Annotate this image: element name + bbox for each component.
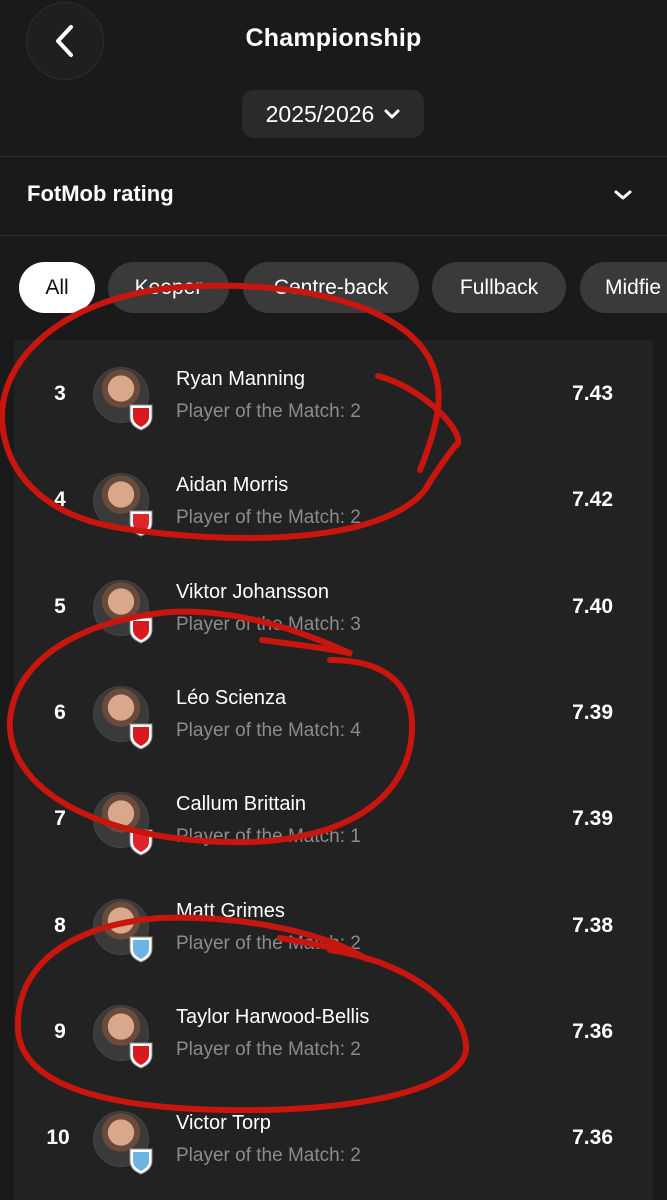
player-of-the-match-count: Player of the Match: 3 (176, 613, 361, 635)
player-of-the-match-count: Player of the Match: 2 (176, 932, 361, 954)
player-rank: 9 (54, 1019, 66, 1043)
club-crest-icon (129, 936, 153, 963)
player-row[interactable]: 9 Taylor Harwood-Bellis Player of the Matc… (14, 978, 653, 1084)
club-crest-icon (129, 617, 153, 644)
player-rating: 7.39 (572, 700, 613, 724)
chevron-down-icon (384, 109, 400, 119)
player-rank: 3 (54, 382, 66, 405)
player-row[interactable]: 4 Aidan Morris Player of the Match: 2 7.42 (14, 446, 653, 552)
player-name: Aidan Morris (176, 474, 289, 497)
player-name: Ryan Manning (176, 368, 305, 390)
player-name: Léo Scienza (176, 686, 287, 709)
club-crest-icon (129, 510, 153, 537)
player-row[interactable]: 10 Victor Torp Player of the Match: 2 7.36 (14, 1084, 653, 1190)
player-rank: 4 (54, 488, 66, 512)
player-of-the-match-count: Player of the Match: 2 (176, 1038, 361, 1060)
player-list: 3 Ryan Manning Player of the Match: 2 7.43 4… (14, 340, 653, 1200)
player-name: Viktor Johansson (176, 580, 330, 603)
season-label: 2025/2026 (265, 100, 375, 127)
player-name: Callum Brittain (176, 793, 307, 816)
player-of-the-match-count: Player of the Match: 2 (176, 401, 361, 422)
filter-chip-midfielder[interactable]: Midfie (580, 262, 667, 313)
filter-chip-keeper[interactable]: Keeper (108, 262, 229, 313)
app-header: Championship 2025/2026 (0, 0, 667, 156)
player-of-the-match-count: Player of the Match: 1 (176, 826, 361, 848)
player-row[interactable]: 8 Matt Grimes Player of the Match: 2 7.38 (14, 872, 653, 978)
player-row[interactable]: 5 Viktor Johansson Player of the Match: 3 7… (14, 553, 653, 659)
player-name: Matt Grimes (176, 899, 285, 922)
player-rating: 7.36 (572, 1126, 613, 1150)
filter-chip-fullback[interactable]: Fullback (432, 262, 566, 313)
player-row[interactable]: 7 Callum Brittain Player of the Match: 1 7.… (14, 765, 653, 871)
club-crest-icon (129, 1148, 153, 1175)
player-rating: 7.42 (572, 488, 613, 512)
chevron-down-icon[interactable] (612, 184, 634, 206)
page-title: Championship (245, 24, 422, 52)
player-rating: 7.36 (572, 1019, 613, 1043)
filter-chip-all[interactable]: All (19, 262, 95, 313)
player-name: Taylor Harwood-Bellis (176, 1005, 370, 1028)
player-rank: 6 (54, 700, 66, 724)
player-rating: 7.43 (572, 382, 613, 405)
club-crest-icon (129, 404, 153, 431)
position-filter-bar: All Keeper Centre-back Fullback Midfie (0, 236, 667, 340)
player-rank: 5 (54, 594, 66, 618)
club-crest-icon (129, 1042, 153, 1069)
player-of-the-match-count: Player of the Match: 2 (176, 507, 361, 529)
player-rating: 7.39 (572, 807, 613, 831)
player-row[interactable]: 3 Ryan Manning Player of the Match: 2 7.43 (14, 340, 653, 446)
filter-chip-centre-back[interactable]: Centre-back (243, 262, 419, 313)
player-rank: 7 (54, 807, 66, 831)
stat-selector-label: FotMob rating (27, 181, 174, 206)
player-rating: 7.38 (572, 913, 613, 937)
player-of-the-match-count: Player of the Match: 2 (176, 1145, 361, 1167)
player-of-the-match-count: Player of the Match: 4 (176, 719, 361, 741)
player-rating: 7.40 (572, 594, 613, 618)
stat-selector[interactable]: FotMob rating (0, 157, 667, 235)
season-selector[interactable]: 2025/2026 (242, 90, 424, 138)
player-name: Victor Torp (176, 1112, 271, 1135)
player-rank: 10 (46, 1126, 70, 1150)
player-rank: 8 (54, 913, 66, 937)
player-row[interactable]: 6 Léo Scienza Player of the Match: 4 7.39 (14, 659, 653, 765)
club-crest-icon (129, 723, 153, 750)
club-crest-icon (129, 829, 153, 856)
